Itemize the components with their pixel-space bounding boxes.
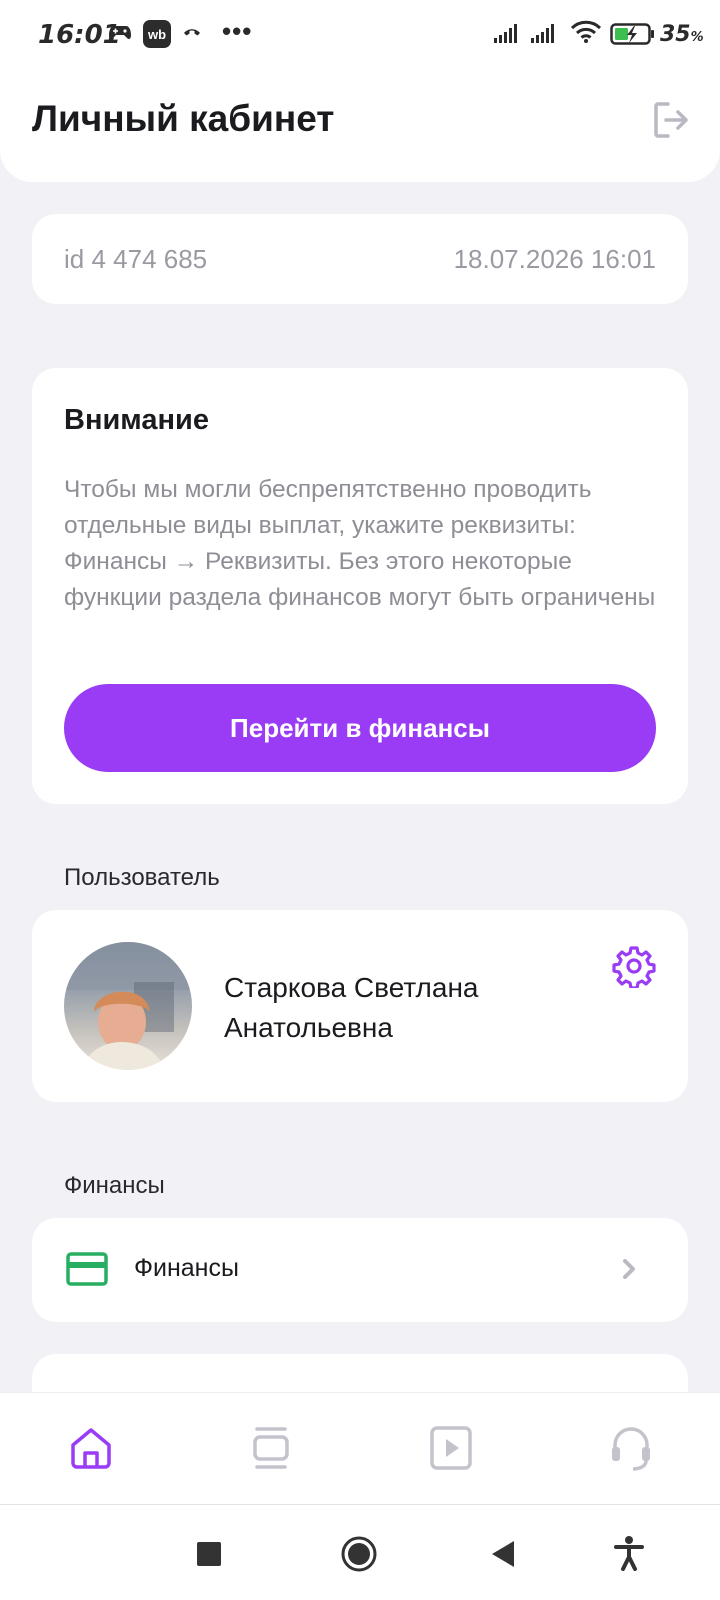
recent-apps-icon[interactable] — [196, 1541, 222, 1567]
home-button-icon[interactable] — [340, 1535, 378, 1573]
finance-section-label: Финансы — [64, 1172, 165, 1199]
user-section-label: Пользователь — [64, 864, 220, 891]
nav-video-tab[interactable] — [426, 1423, 476, 1473]
back-button-icon[interactable] — [490, 1539, 516, 1569]
accessibility-icon[interactable] — [614, 1535, 644, 1571]
finance-menu-item[interactable]: Финансы — [32, 1218, 688, 1322]
current-datetime: 18.07.2026 16:01 — [453, 244, 656, 274]
notice-text: Чтобы мы могли беспрепятственно проводит… — [64, 476, 656, 611]
page-title: Личный кабинет — [32, 98, 335, 139]
finance-item-label: Финансы — [134, 1254, 239, 1282]
chevron-right-icon — [623, 1259, 635, 1279]
wifi-icon — [570, 20, 602, 43]
bottom-navigation — [0, 1392, 720, 1504]
system-navigation-bar — [0, 1504, 720, 1600]
header: Личный кабинет — [0, 70, 720, 182]
wb-app-icon: wb — [143, 20, 171, 48]
user-settings-button[interactable] — [612, 944, 656, 990]
missed-call-icon — [184, 29, 200, 36]
go-to-finances-button[interactable]: Перейти в финансы — [64, 684, 656, 772]
notice-card: Внимание Чтобы мы могли беспрепятственно… — [32, 368, 688, 804]
user-card[interactable]: Старкова Светлана Анатольевна — [32, 910, 688, 1102]
nav-home-tab[interactable] — [66, 1423, 116, 1473]
status-bar: 16:01 wb ••• 35% — [0, 0, 720, 70]
play-icon — [430, 1426, 472, 1470]
more-notifications-icon: ••• — [222, 16, 253, 46]
gear-icon — [612, 946, 656, 990]
user-full-name: Старкова Светлана Анатольевна — [224, 972, 479, 1043]
gamepad-icon — [109, 26, 131, 39]
account-id: id 4 474 685 — [64, 244, 208, 274]
logout-icon — [654, 102, 688, 138]
account-info-card: id 4 474 685 18.07.2026 16:01 — [32, 214, 688, 304]
feed-icon — [253, 1427, 289, 1469]
avatar — [64, 942, 192, 1070]
battery-charging-icon — [610, 23, 654, 45]
credit-card-icon — [66, 1252, 108, 1286]
home-icon — [71, 1428, 111, 1469]
notice-title: Внимание — [64, 404, 209, 436]
headset-icon — [612, 1427, 650, 1471]
logout-button[interactable] — [648, 98, 692, 142]
signal-icon — [494, 24, 517, 43]
nav-feed-tab[interactable] — [246, 1423, 296, 1473]
signal-icon — [531, 24, 554, 43]
nav-support-tab[interactable] — [606, 1423, 656, 1473]
battery-percent: 35% — [660, 22, 704, 47]
